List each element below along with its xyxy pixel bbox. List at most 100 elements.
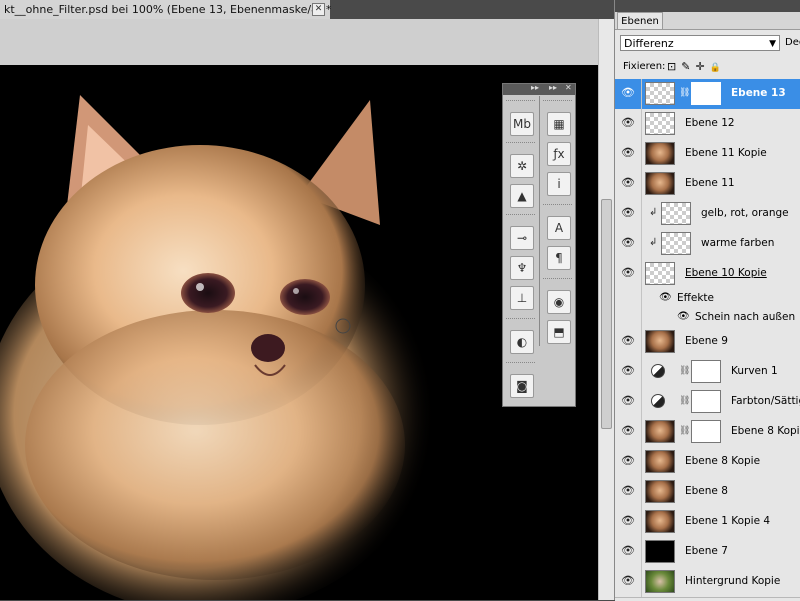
histogram-icon[interactable]: ▲ bbox=[510, 184, 534, 208]
dock-header[interactable]: ▸▸ ▸▸ ✕ bbox=[503, 83, 575, 95]
layer-name: Kurven 1 bbox=[731, 365, 778, 377]
effect-eye-icon[interactable]: 👁 bbox=[659, 292, 672, 303]
layer-row[interactable]: 👁 ⛓ Ebene 13 bbox=[615, 79, 800, 110]
layer-row[interactable]: 👁 Ebene 9 bbox=[615, 327, 800, 358]
paths-icon[interactable]: ⬒ bbox=[547, 320, 571, 344]
layer-row[interactable]: 👁 Ebene 7 bbox=[615, 537, 800, 568]
tab-layers[interactable]: Ebenen bbox=[617, 12, 663, 30]
lock-position-icon[interactable]: ✛ bbox=[695, 60, 709, 73]
eye-icon[interactable]: 👁 bbox=[619, 205, 637, 221]
eye-icon[interactable]: 👁 bbox=[619, 573, 637, 589]
paragraph-icon[interactable]: ¶ bbox=[547, 246, 571, 270]
eye-icon[interactable]: 👁 bbox=[619, 453, 637, 469]
layer-row[interactable]: 👁 ⛓ Farbton/Sättigu bbox=[615, 387, 800, 418]
eye-icon[interactable]: 👁 bbox=[619, 265, 637, 281]
layer-row[interactable]: 👁 Hintergrund Kopie bbox=[615, 567, 800, 598]
layer-row[interactable]: 👁 Ebene 12 bbox=[615, 109, 800, 140]
canvas-pasteboard bbox=[0, 19, 598, 65]
layer-name: Ebene 8 bbox=[685, 485, 728, 497]
layer-name: warme farben bbox=[701, 237, 775, 249]
lock-pixels-icon[interactable]: ✎ bbox=[681, 60, 695, 73]
layer-name: Ebene 11 bbox=[685, 177, 735, 189]
document-tab[interactable]: kt__ohne_Filter.psd bei 100% (Ebene 13, … bbox=[0, 0, 331, 20]
link-icon[interactable]: ⛓ bbox=[679, 366, 690, 376]
separator bbox=[543, 278, 572, 280]
navigator-icon[interactable]: ✲ bbox=[510, 154, 534, 178]
visibility-column bbox=[615, 308, 642, 327]
eye-icon[interactable]: 👁 bbox=[619, 543, 637, 559]
collapse-icon-2[interactable]: ▸▸ bbox=[549, 83, 557, 92]
layer-thumbnail bbox=[645, 540, 675, 563]
layer-mask-thumbnail bbox=[691, 420, 721, 443]
adjustment-layer-icon bbox=[651, 364, 665, 378]
effect-eye-icon[interactable]: 👁 bbox=[677, 311, 690, 322]
layer-row[interactable]: 👁 Ebene 1 Kopie 4 bbox=[615, 507, 800, 538]
link-icon[interactable]: ⛓ bbox=[679, 396, 690, 406]
swatches-icon[interactable]: ▦ bbox=[547, 112, 571, 136]
eye-icon[interactable]: 👁 bbox=[619, 145, 637, 161]
collapse-icon[interactable]: ▸▸ bbox=[531, 83, 539, 92]
lock-all-icon[interactable]: 🔒 bbox=[710, 63, 726, 73]
close-dock-icon[interactable]: ✕ bbox=[565, 83, 572, 92]
clipping-arrow-icon: ↲ bbox=[649, 207, 658, 218]
link-icon[interactable]: ⛓ bbox=[679, 88, 690, 98]
eye-icon[interactable]: 👁 bbox=[619, 235, 637, 251]
layer-row[interactable]: 👁 Ebene 8 Kopie bbox=[615, 447, 800, 478]
masks-icon[interactable]: ◙ bbox=[510, 374, 534, 398]
layer-name: Hintergrund Kopie bbox=[685, 575, 781, 587]
dock-column-right: ▦ ƒx i A ¶ ◉ ⬒ bbox=[539, 96, 575, 346]
lock-label: Fixieren: bbox=[623, 61, 666, 72]
layer-row[interactable]: 👁 ↲ gelb, rot, orange bbox=[615, 199, 800, 230]
adjustments-icon[interactable]: ◐ bbox=[510, 330, 534, 354]
layer-effect-row[interactable]: 👁 Effekte bbox=[615, 289, 800, 309]
layers-panel: Ebenen Differenz ▼ Dec Fixieren: ⊡✎✛🔒 👁 ⛓… bbox=[614, 0, 800, 601]
separator bbox=[506, 362, 535, 364]
layer-thumbnail bbox=[645, 112, 675, 135]
styles-icon[interactable]: ƒx bbox=[547, 142, 571, 166]
layer-thumbnail bbox=[645, 480, 675, 503]
layer-row[interactable]: 👁 Ebene 11 Kopie bbox=[615, 139, 800, 170]
layer-name: Ebene 10 Kopie bbox=[685, 267, 767, 279]
separator bbox=[506, 214, 535, 216]
info-icon[interactable]: i bbox=[547, 172, 571, 196]
visibility-column bbox=[615, 289, 642, 308]
eye-icon[interactable]: 👁 bbox=[619, 483, 637, 499]
panel-dock: ▸▸ ▸▸ ✕ Mb ✲ ▲ ⊸ ♆ ⊥ ◐ ◙ ▦ ƒx i A ¶ ◉ ⬒ bbox=[502, 83, 576, 407]
character-icon[interactable]: A bbox=[547, 216, 571, 240]
eye-icon[interactable]: 👁 bbox=[619, 115, 637, 131]
layer-name: Ebene 8 Kopie 2 bbox=[731, 425, 800, 437]
eye-icon[interactable]: 👁 bbox=[619, 393, 637, 409]
eye-icon[interactable]: 👁 bbox=[619, 363, 637, 379]
eye-icon[interactable]: 👁 bbox=[619, 333, 637, 349]
3d-icon[interactable]: ◉ bbox=[547, 290, 571, 314]
link-icon[interactable]: ⛓ bbox=[679, 426, 690, 436]
mini-bridge-icon[interactable]: Mb bbox=[510, 112, 534, 136]
eye-icon[interactable]: 👁 bbox=[619, 513, 637, 529]
blend-mode-select[interactable]: Differenz ▼ bbox=[620, 35, 780, 51]
tool-presets-icon[interactable]: ♆ bbox=[510, 256, 534, 280]
layer-row[interactable]: 👁 ⛓ Kurven 1 bbox=[615, 357, 800, 388]
layer-name: Ebene 7 bbox=[685, 545, 728, 557]
layer-effect-row[interactable]: 👁 Schein nach außen bbox=[615, 308, 800, 328]
scrollbar-thumb[interactable] bbox=[601, 199, 612, 429]
eye-icon[interactable]: 👁 bbox=[619, 175, 637, 191]
layer-row[interactable]: 👁 ↲ warme farben bbox=[615, 229, 800, 260]
layer-name: Ebene 9 bbox=[685, 335, 728, 347]
layer-row[interactable]: 👁 Ebene 8 bbox=[615, 477, 800, 508]
opacity-label: Dec bbox=[785, 37, 800, 48]
clone-source-icon[interactable]: ⊥ bbox=[510, 286, 534, 310]
layer-row[interactable]: 👁 Ebene 10 Kopie bbox=[615, 259, 800, 290]
chevron-down-icon: ▼ bbox=[769, 39, 776, 49]
eye-icon[interactable]: 👁 bbox=[619, 85, 637, 101]
layer-row[interactable]: 👁 Ebene 11 bbox=[615, 169, 800, 200]
close-document-button[interactable]: ✕ bbox=[312, 3, 325, 16]
eye-icon[interactable]: 👁 bbox=[619, 423, 637, 439]
layer-thumbnail bbox=[645, 172, 675, 195]
layer-name: Ebene 1 Kopie 4 bbox=[685, 515, 771, 527]
layer-name: Ebene 13 bbox=[731, 87, 786, 99]
canvas-vertical-scrollbar[interactable] bbox=[598, 19, 615, 600]
layer-thumbnail bbox=[645, 510, 675, 533]
layer-row[interactable]: 👁 ⛓ Ebene 8 Kopie 2 bbox=[615, 417, 800, 448]
brushes-icon[interactable]: ⊸ bbox=[510, 226, 534, 250]
lock-transparency-icon[interactable]: ⊡ bbox=[667, 60, 681, 73]
